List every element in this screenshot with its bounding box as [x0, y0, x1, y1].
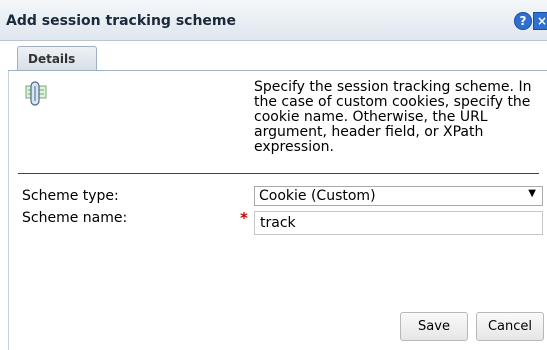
scheme-name-input[interactable]: track — [254, 211, 543, 235]
dialog-title: Add session tracking scheme — [6, 13, 236, 29]
scheme-type-label: Scheme type: — [22, 188, 119, 204]
cancel-button[interactable]: Cancel — [476, 312, 544, 341]
section-divider — [18, 173, 539, 174]
scheme-name-value: track — [260, 215, 296, 231]
help-icon[interactable]: ? — [514, 12, 532, 30]
close-icon[interactable]: × — [533, 12, 547, 30]
session-scheme-icon — [25, 81, 47, 106]
scheme-name-label: Scheme name: — [22, 210, 128, 226]
dialog-titlebar: Add session tracking scheme ? × — [0, 0, 547, 41]
scheme-type-value: Cookie (Custom) — [259, 188, 376, 204]
tab-details[interactable]: Details — [17, 46, 97, 71]
required-indicator: * — [240, 209, 248, 227]
details-description: Specify the session tracking scheme. In … — [254, 79, 532, 155]
save-button[interactable]: Save — [400, 312, 468, 341]
chevron-down-icon[interactable]: ▼ — [528, 188, 536, 199]
tab-details-label: Details — [28, 52, 76, 66]
scheme-type-select[interactable]: Cookie (Custom) ▼ — [254, 186, 543, 206]
